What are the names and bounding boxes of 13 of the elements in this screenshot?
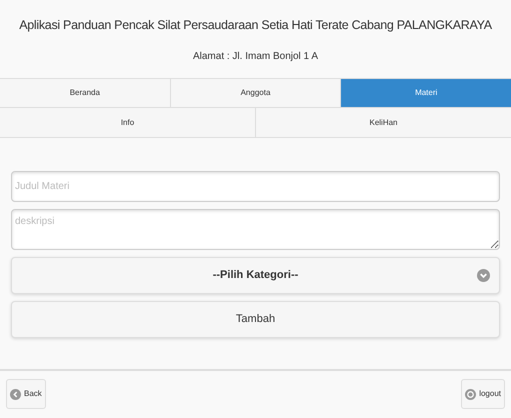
app-title: Aplikasi Panduan Pencak Silat Persaudaraan Setia Hati Terate Cabang PALANGKARAYA [19, 17, 492, 34]
back-button[interactable]: Back [6, 379, 46, 409]
submit-button[interactable]: Tambah [11, 301, 500, 338]
logout-button[interactable]: logout [461, 379, 505, 409]
nav-tab[interactable]: Materi [340, 79, 511, 107]
category-select-value: --Pilih Kategori-- [212, 268, 298, 284]
description-field[interactable]: deskripsi [11, 209, 500, 250]
category-select[interactable]: --Pilih Kategori-- [11, 257, 500, 294]
ring-icon [465, 388, 476, 400]
address-text: Alamat : Jl. Imam Bonjol 1 A [192, 50, 318, 64]
title-input-field[interactable]: Judul Materi [11, 171, 500, 202]
arrow-left-icon [10, 388, 21, 400]
chevron-down-icon [477, 269, 490, 282]
